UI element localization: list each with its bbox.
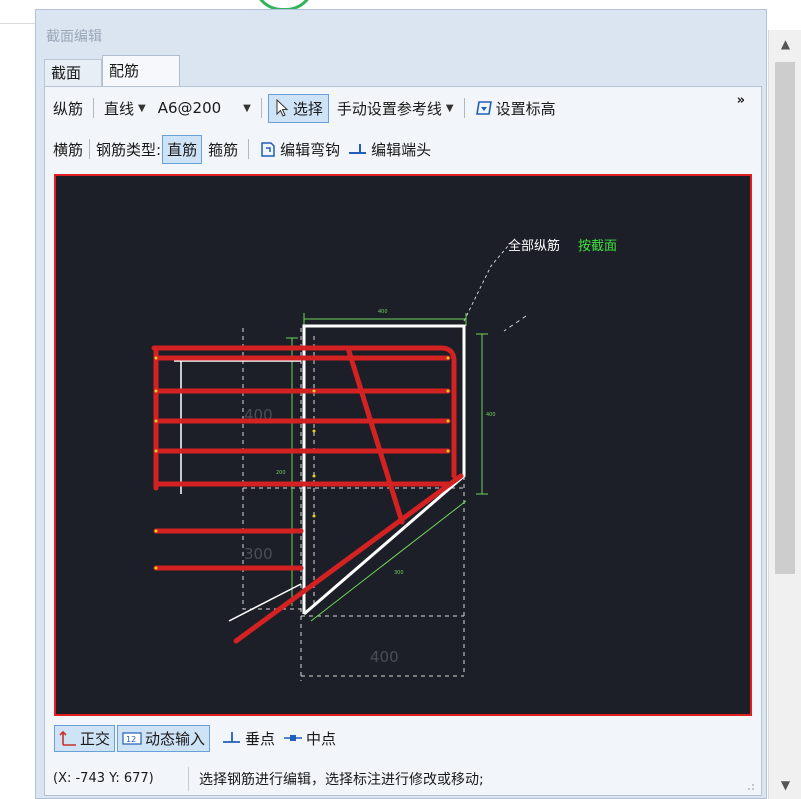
reference-line-label: 手动设置参考线: [336, 99, 442, 118]
ortho-icon: [59, 730, 77, 746]
toolbar-longitudinal: 纵筋 直线 ▼ A6@200 ▼ 选择 手动设置参考线 ▼ 设置标高 »: [49, 91, 753, 125]
overflow-chevron-icon[interactable]: »: [737, 93, 745, 108]
tab-content: 纵筋 直线 ▼ A6@200 ▼ 选择 手动设置参考线 ▼ 设置标高 » 横筋 钢筋类…: [44, 86, 762, 796]
status-bar: (X: -743 Y: 677) 选择钢筋进行编辑，选择标注进行修改或移动;: [45, 763, 761, 795]
reference-line-dropdown[interactable]: 手动设置参考线 ▼: [333, 98, 458, 119]
annotation-by-section[interactable]: 按截面: [578, 239, 617, 254]
shape-dropdown[interactable]: 直线 ▼: [100, 98, 150, 119]
chevron-down-icon: ▼: [243, 102, 251, 114]
section-drawing: 全部纵筋 按截面 400 400 200 300 400 300 400: [151, 238, 617, 681]
dim-label-right[interactable]: 400: [486, 412, 496, 418]
cursor-coordinates: (X: -743 Y: 677): [45, 767, 189, 791]
elevation-icon: [475, 99, 493, 117]
dim-label-top[interactable]: 400: [378, 309, 388, 315]
ortho-label: 正交: [80, 729, 111, 748]
toolbar-transverse: 横筋 钢筋类型: 直筋 箍筋 编辑弯钩 编辑端头: [49, 132, 435, 166]
shape-value: 直线: [104, 99, 135, 118]
tab-section[interactable]: 截面: [44, 59, 102, 87]
spec-value: A6@200: [157, 99, 222, 117]
midpoint-label: 中点: [306, 729, 337, 748]
edit-hook-label: 编辑弯钩: [280, 140, 341, 159]
separator: [89, 139, 91, 159]
bar-end-icon: [348, 141, 368, 157]
rebar-group: [151, 345, 464, 644]
longitudinal-button[interactable]: 纵筋: [49, 98, 87, 119]
annotation-all-longitudinal[interactable]: 全部纵筋: [508, 238, 560, 254]
snap-toolbar: 正交 12 动态输入 垂点 中点: [54, 722, 340, 754]
construction-lines: [242, 315, 527, 681]
divider: [0, 23, 40, 24]
background-window: [0, 0, 40, 799]
scrollbar-thumb[interactable]: [775, 62, 795, 574]
transverse-button[interactable]: 横筋: [49, 139, 87, 160]
separator: [260, 98, 262, 118]
set-elevation-label: 设置标高: [495, 99, 556, 118]
perpendicular-label: 垂点: [245, 729, 276, 748]
spec-dropdown[interactable]: A6@200 ▼: [154, 99, 255, 117]
chevron-down-icon: ▼: [445, 102, 454, 114]
annotation-leader: [463, 245, 509, 322]
hook-icon: [259, 140, 277, 158]
dim-label-mid[interactable]: 200: [276, 470, 286, 476]
straight-bar-button[interactable]: 直筋: [162, 134, 203, 164]
scroll-down-icon[interactable]: ▼: [769, 771, 801, 799]
edit-end-label: 编辑端头: [371, 140, 432, 159]
separator: [463, 98, 465, 118]
section-editor-panel: 截面编辑 截面 配筋 纵筋 直线 ▼ A6@200 ▼ 选择 手动设置参考线 ▼ 设置…: [35, 9, 767, 799]
dynamic-input-toggle[interactable]: 12 动态输入: [117, 724, 211, 752]
ortho-toggle[interactable]: 正交: [54, 724, 116, 752]
select-label: 选择: [292, 99, 323, 118]
vertical-scrollbar[interactable]: ▲ ▼: [768, 30, 801, 799]
midpoint-icon: [283, 730, 303, 746]
separator: [248, 139, 250, 159]
section-inner-outline: [174, 360, 302, 622]
cursor-arrow-icon: [274, 99, 290, 117]
edit-hook-button[interactable]: 编辑弯钩: [255, 139, 344, 160]
tab-reinforcement[interactable]: 配筋: [102, 55, 180, 87]
select-button[interactable]: 选择: [267, 93, 329, 123]
separator: [93, 98, 95, 118]
panel-title: 截面编辑: [46, 29, 102, 45]
rebar-type-label: 钢筋类型:: [96, 140, 162, 159]
resize-grip-icon[interactable]: [745, 781, 755, 791]
perpendicular-snap[interactable]: 垂点: [218, 726, 279, 751]
set-elevation-button[interactable]: 设置标高: [471, 98, 560, 119]
svg-text:12: 12: [126, 735, 136, 744]
status-message: 选择钢筋进行编辑，选择标注进行修改或移动;: [199, 772, 484, 788]
stirrup-button[interactable]: 箍筋: [204, 139, 242, 160]
dim-label-400-bottom[interactable]: 400: [370, 648, 399, 666]
edit-end-button[interactable]: 编辑端头: [344, 139, 435, 160]
rebar-diagonal-inner[interactable]: [345, 345, 405, 525]
chevron-down-icon: ▼: [138, 102, 146, 114]
perpendicular-icon: [222, 730, 242, 746]
dynamic-input-icon: 12: [122, 730, 142, 746]
scroll-up-icon[interactable]: ▲: [769, 30, 801, 58]
rebar-points: [154, 356, 450, 570]
dynamic-input-label: 动态输入: [145, 729, 206, 748]
dim-label-diag[interactable]: 300: [394, 570, 404, 576]
dim-label-300-left[interactable]: 300: [244, 545, 273, 563]
drawing-canvas[interactable]: 全部纵筋 按截面 400 400 200 300 400 300 400: [54, 174, 752, 716]
midpoint-snap[interactable]: 中点: [279, 726, 340, 751]
